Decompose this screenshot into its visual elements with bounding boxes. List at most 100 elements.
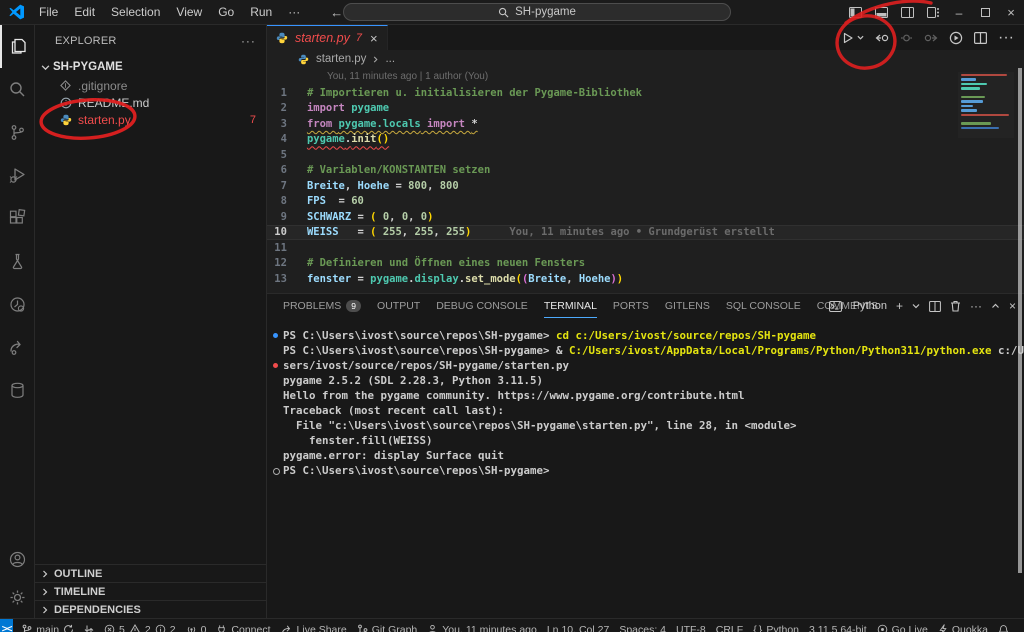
source-control-icon[interactable]: [0, 111, 35, 154]
database-icon[interactable]: [0, 369, 35, 412]
gitlens-icon[interactable]: [0, 283, 35, 326]
menu-item[interactable]: View: [168, 0, 210, 25]
problems-status[interactable]: 5 2 2: [99, 624, 181, 632]
close-panel-icon[interactable]: ×: [1009, 299, 1016, 313]
ports-status[interactable]: 0: [181, 624, 212, 632]
menu-item[interactable]: ···: [280, 0, 308, 25]
run-interactive-icon[interactable]: [949, 31, 963, 45]
code-line[interactable]: 1# Importieren u. initialisieren der Pyg…: [267, 85, 1024, 101]
eol-status[interactable]: CRLF: [711, 624, 748, 632]
code-line[interactable]: 12# Definieren und Öffnen eines neuen Fe…: [267, 256, 1024, 272]
run-python-file-button[interactable]: [842, 32, 864, 44]
panel-tab-ports[interactable]: PORTS: [613, 294, 649, 318]
live-share-icon[interactable]: [0, 326, 35, 369]
code-line[interactable]: 7Breite, Hoehe = 800, 800: [267, 178, 1024, 194]
close-button[interactable]: ×: [998, 0, 1024, 25]
back-arrow-icon[interactable]: ←: [330, 5, 343, 20]
code-line[interactable]: 13fenster = pygame.display.set_mode((Bre…: [267, 271, 1024, 287]
terminal-output[interactable]: PS C:\Users\ivost\source\repos\SH-pygame…: [267, 318, 1024, 618]
toggle-panel-icon[interactable]: [868, 0, 894, 25]
toggle-sidebar-icon[interactable]: [842, 0, 868, 25]
code-line[interactable]: 10WEISS = ( 255, 255, 255)You, 11 minute…: [267, 225, 1024, 241]
code-line[interactable]: 4pygame.init(): [267, 132, 1024, 148]
menu-item[interactable]: File: [31, 0, 66, 25]
chevron-down-icon: [41, 63, 50, 72]
file-item-starten.py[interactable]: starten.py7: [35, 111, 266, 128]
toggle-secondary-sidebar-icon[interactable]: [894, 0, 920, 25]
section-dependencies[interactable]: DEPENDENCIES: [35, 600, 266, 618]
previous-change-icon[interactable]: [900, 32, 913, 44]
editor-group: starten.py 7 × ···: [267, 25, 1024, 618]
minimap[interactable]: [958, 72, 1014, 138]
cursor-position-status[interactable]: Ln 10, Col 27: [542, 624, 614, 632]
breadcrumb[interactable]: starten.py ...: [267, 50, 1024, 68]
sql-connect-status[interactable]: Connect: [211, 624, 275, 632]
next-change-icon[interactable]: [924, 32, 938, 44]
split-terminal-icon[interactable]: [929, 301, 941, 312]
panel-tab-problems[interactable]: PROBLEMS9: [283, 294, 361, 318]
customize-layout-icon[interactable]: [920, 0, 946, 25]
settings-gear-icon[interactable]: [0, 578, 35, 616]
git-graph-status[interactable]: Git Graph: [352, 624, 423, 632]
testing-icon[interactable]: [0, 240, 35, 283]
command-decoration: [271, 388, 283, 403]
python-interpreter-status[interactable]: 3.11.5 64-bit: [804, 624, 872, 632]
account-icon[interactable]: [0, 540, 35, 578]
explorer-more-actions-icon[interactable]: ···: [241, 34, 256, 48]
quokka-status[interactable]: Quokka: [933, 624, 993, 632]
maximize-panel-icon[interactable]: [991, 302, 1000, 310]
menu-item[interactable]: Run: [242, 0, 280, 25]
live-share-status[interactable]: Live Share: [276, 624, 352, 632]
gitlens-codelens[interactable]: You, 11 minutes ago | 1 author (You): [327, 71, 1024, 84]
section-outline[interactable]: OUTLINE: [35, 564, 266, 582]
menu-item[interactable]: Selection: [103, 0, 168, 25]
search-sidebar-icon[interactable]: [0, 68, 35, 111]
menu-item[interactable]: Go: [210, 0, 242, 25]
open-changes-icon[interactable]: [875, 32, 889, 44]
extensions-icon[interactable]: [0, 197, 35, 240]
code-line[interactable]: 2import pygame: [267, 101, 1024, 117]
language-mode-status[interactable]: { } Python: [748, 624, 804, 632]
command-center-search[interactable]: SH-pygame: [343, 3, 731, 21]
run-dropdown-chevron-icon[interactable]: [857, 34, 864, 41]
panel-more-actions-icon[interactable]: ···: [970, 299, 982, 313]
explorer-icon[interactable]: [0, 25, 35, 68]
code-line[interactable]: 6# Variablen/KONSTANTEN setzen: [267, 163, 1024, 179]
kill-terminal-icon[interactable]: [950, 300, 961, 312]
panel-tab-debug-console[interactable]: DEBUG CONSOLE: [436, 294, 528, 318]
code-editor[interactable]: You, 11 minutes ago | 1 author (You) 1# …: [267, 68, 1024, 293]
code-line[interactable]: 5: [267, 147, 1024, 163]
branch-compare-status[interactable]: [79, 624, 99, 632]
code-line[interactable]: 8FPS = 60: [267, 194, 1024, 210]
command-decoration: [271, 328, 283, 343]
tab-close-icon[interactable]: ×: [370, 31, 378, 46]
blame-status[interactable]: You, 11 minutes ago: [422, 624, 542, 632]
code-line[interactable]: 3from pygame.locals import *: [267, 116, 1024, 132]
panel-tab-sql-console[interactable]: SQL CONSOLE: [726, 294, 801, 318]
run-debug-icon[interactable]: [0, 154, 35, 197]
menu-item[interactable]: Edit: [66, 0, 103, 25]
section-timeline[interactable]: TIMELINE: [35, 582, 266, 600]
panel-tab-output[interactable]: OUTPUT: [377, 294, 420, 318]
panel-tab-gitlens[interactable]: GITLENS: [665, 294, 710, 318]
editor-more-actions-icon[interactable]: ···: [998, 29, 1014, 47]
terminal-dropdown-icon[interactable]: [912, 302, 920, 310]
folder-root[interactable]: SH-PYGAME: [35, 57, 266, 77]
scrollbar[interactable]: [1018, 68, 1022, 573]
split-editor-icon[interactable]: [974, 32, 987, 44]
file-item-.gitignore[interactable]: .gitignore: [35, 77, 266, 94]
minimize-button[interactable]: –: [946, 0, 972, 25]
go-live-status[interactable]: Go Live: [872, 624, 933, 632]
encoding-status[interactable]: UTF-8: [671, 624, 711, 632]
remote-indicator[interactable]: ><: [0, 619, 13, 632]
tab-starten-py[interactable]: starten.py 7 ×: [267, 25, 388, 50]
panel-tab-terminal[interactable]: TERMINAL: [544, 294, 597, 318]
indentation-status[interactable]: Spaces: 4: [614, 624, 671, 632]
maximize-button[interactable]: [972, 0, 998, 25]
branch-status[interactable]: main: [17, 624, 79, 632]
new-terminal-icon[interactable]: +: [896, 299, 903, 313]
code-line[interactable]: 9SCHWARZ = ( 0, 0, 0): [267, 209, 1024, 225]
notifications-bell[interactable]: [993, 624, 1014, 632]
file-item-README.md[interactable]: README.md: [35, 94, 266, 111]
code-line[interactable]: 11: [267, 240, 1024, 256]
